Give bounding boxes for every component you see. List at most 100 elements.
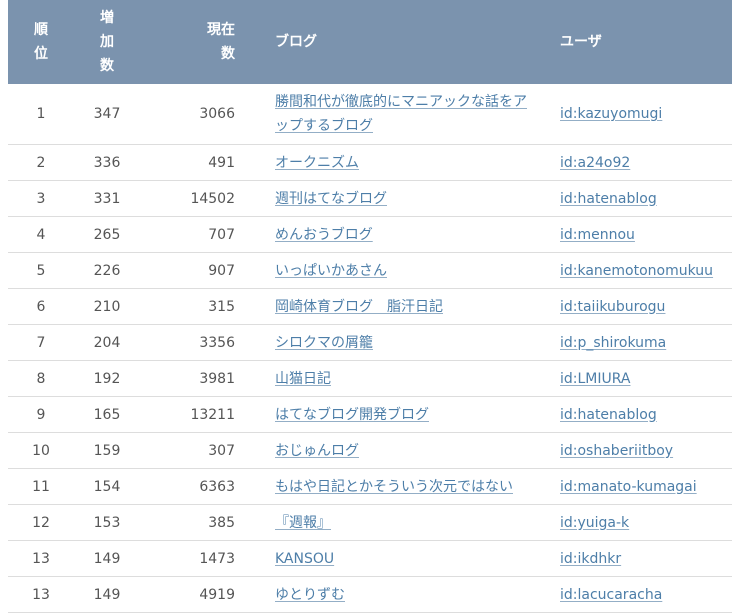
user-link[interactable]: id:hatenablog: [560, 191, 657, 207]
user-link[interactable]: id:a24o92: [560, 155, 630, 171]
blog-cell: 週刊はてなブログ: [243, 180, 560, 217]
blog-cell: 岡崎体育ブログ 脂汗日記: [243, 288, 560, 325]
table-row: 11 154 6363 もはや日記とかそういう次元ではない id:manato-kuma…: [8, 468, 732, 505]
user-link[interactable]: id:oshaberiitboy: [560, 443, 673, 459]
blog-link[interactable]: いっぱいかあさん: [275, 263, 387, 279]
blog-cell: おじゅんログ: [243, 432, 560, 469]
increase-cell: 210: [74, 288, 140, 325]
rank-cell: 5: [8, 252, 74, 289]
table-row: 8 192 3981 山猫日記 id:LMIURA: [8, 360, 732, 397]
table-row: 2 336 491 オークニズム id:a24o92: [8, 144, 732, 181]
current-cell: 3981: [140, 360, 243, 397]
user-link[interactable]: id:yuiga-k: [560, 515, 629, 531]
table-row: 3 331 14502 週刊はてなブログ id:hatenablog: [8, 180, 732, 217]
user-cell: id:kazuyomugi: [560, 84, 732, 145]
current-cell: 4919: [140, 576, 243, 613]
user-cell: id:yuiga-k: [560, 504, 732, 541]
increase-cell: 154: [74, 468, 140, 505]
header-user: ユーザ: [560, 0, 732, 84]
user-link[interactable]: id:hatenablog: [560, 407, 657, 423]
user-cell: id:kanemotonomukuu: [560, 252, 732, 289]
current-cell: 3066: [140, 84, 243, 145]
header-current: 現在 数: [140, 0, 243, 84]
blog-link[interactable]: 山猫日記: [275, 371, 331, 387]
blog-cell: シロクマの屑籠: [243, 324, 560, 361]
table-row: 9 165 13211 はてなブログ開発ブログ id:hatenablog: [8, 396, 732, 433]
increase-cell: 347: [74, 84, 140, 145]
blog-link[interactable]: 勝間和代が徹底的にマニアックな話をアップするブログ: [275, 94, 527, 134]
user-cell: id:ikdhkr: [560, 540, 732, 577]
table-row: 6 210 315 岡崎体育ブログ 脂汗日記 id:taiikuburogu: [8, 288, 732, 325]
blog-cell: いっぱいかあさん: [243, 252, 560, 289]
increase-cell: 331: [74, 180, 140, 217]
current-cell: 315: [140, 288, 243, 325]
user-link[interactable]: id:lacucaracha: [560, 587, 662, 603]
rank-cell: 1: [8, 84, 74, 145]
increase-cell: 204: [74, 324, 140, 361]
user-cell: id:hatenablog: [560, 180, 732, 217]
user-link[interactable]: id:ikdhkr: [560, 551, 621, 567]
user-link[interactable]: id:mennou: [560, 227, 635, 243]
table-row: 1 347 3066 勝間和代が徹底的にマニアックな話をアップするブログ id:kazu…: [8, 84, 732, 145]
rank-cell: 13: [8, 576, 74, 613]
current-cell: 385: [140, 504, 243, 541]
rank-cell: 13: [8, 540, 74, 577]
blog-link[interactable]: はてなブログ開発ブログ: [275, 407, 429, 423]
current-cell: 707: [140, 216, 243, 253]
current-cell: 14502: [140, 180, 243, 217]
current-cell: 491: [140, 144, 243, 181]
increase-cell: 165: [74, 396, 140, 433]
blog-link[interactable]: もはや日記とかそういう次元ではない: [275, 479, 513, 495]
rank-cell: 6: [8, 288, 74, 325]
user-cell: id:oshaberiitboy: [560, 432, 732, 469]
blog-link[interactable]: 週刊はてなブログ: [275, 191, 387, 207]
blog-link[interactable]: KANSOU: [275, 551, 334, 567]
blog-cell: めんおうブログ: [243, 216, 560, 253]
blog-link[interactable]: おじゅんログ: [275, 443, 359, 459]
current-cell: 3356: [140, 324, 243, 361]
user-link[interactable]: id:taiikuburogu: [560, 299, 665, 315]
user-link[interactable]: id:manato-kumagai: [560, 479, 697, 495]
blog-cell: はてなブログ開発ブログ: [243, 396, 560, 433]
header-row: 順 位 増 加 数 現在 数 ブログ ユーザ: [8, 0, 732, 84]
current-cell: 307: [140, 432, 243, 469]
user-cell: id:p_shirokuma: [560, 324, 732, 361]
blog-cell: ゆとりずむ: [243, 576, 560, 613]
current-cell: 13211: [140, 396, 243, 433]
blog-link[interactable]: 岡崎体育ブログ 脂汗日記: [275, 299, 443, 315]
increase-cell: 192: [74, 360, 140, 397]
user-link[interactable]: id:kazuyomugi: [560, 106, 662, 122]
increase-cell: 149: [74, 540, 140, 577]
blog-link[interactable]: オークニズム: [275, 155, 359, 171]
user-cell: id:lacucaracha: [560, 576, 732, 613]
increase-cell: 159: [74, 432, 140, 469]
blog-link[interactable]: シロクマの屑籠: [275, 335, 373, 351]
blog-link[interactable]: ゆとりずむ: [275, 587, 345, 603]
header-blog: ブログ: [243, 0, 560, 84]
user-link[interactable]: id:kanemotonomukuu: [560, 263, 713, 279]
increase-cell: 226: [74, 252, 140, 289]
user-cell: id:manato-kumagai: [560, 468, 732, 505]
rank-cell: 9: [8, 396, 74, 433]
header-increase: 増 加 数: [74, 0, 140, 84]
rank-cell: 12: [8, 504, 74, 541]
blog-link[interactable]: 『週報』: [275, 515, 331, 531]
table-body: 1 347 3066 勝間和代が徹底的にマニアックな話をアップするブログ id:kazu…: [8, 84, 732, 613]
table-row: 5 226 907 いっぱいかあさん id:kanemotonomukuu: [8, 252, 732, 289]
table-row: 4 265 707 めんおうブログ id:mennou: [8, 216, 732, 253]
blog-link[interactable]: めんおうブログ: [275, 227, 373, 243]
increase-cell: 149: [74, 576, 140, 613]
user-link[interactable]: id:LMIURA: [560, 371, 631, 387]
increase-cell: 336: [74, 144, 140, 181]
table-header: 順 位 増 加 数 現在 数 ブログ ユーザ: [8, 0, 732, 84]
ranking-table: 順 位 増 加 数 現在 数 ブログ ユーザ 1 347 3066 勝間和代が徹底的に…: [8, 0, 732, 613]
user-cell: id:hatenablog: [560, 396, 732, 433]
table-row: 7 204 3356 シロクマの屑籠 id:p_shirokuma: [8, 324, 732, 361]
rank-cell: 3: [8, 180, 74, 217]
current-cell: 907: [140, 252, 243, 289]
blog-cell: もはや日記とかそういう次元ではない: [243, 468, 560, 505]
user-link[interactable]: id:p_shirokuma: [560, 335, 666, 351]
blog-cell: 『週報』: [243, 504, 560, 541]
rank-cell: 11: [8, 468, 74, 505]
table-row: 10 159 307 おじゅんログ id:oshaberiitboy: [8, 432, 732, 469]
